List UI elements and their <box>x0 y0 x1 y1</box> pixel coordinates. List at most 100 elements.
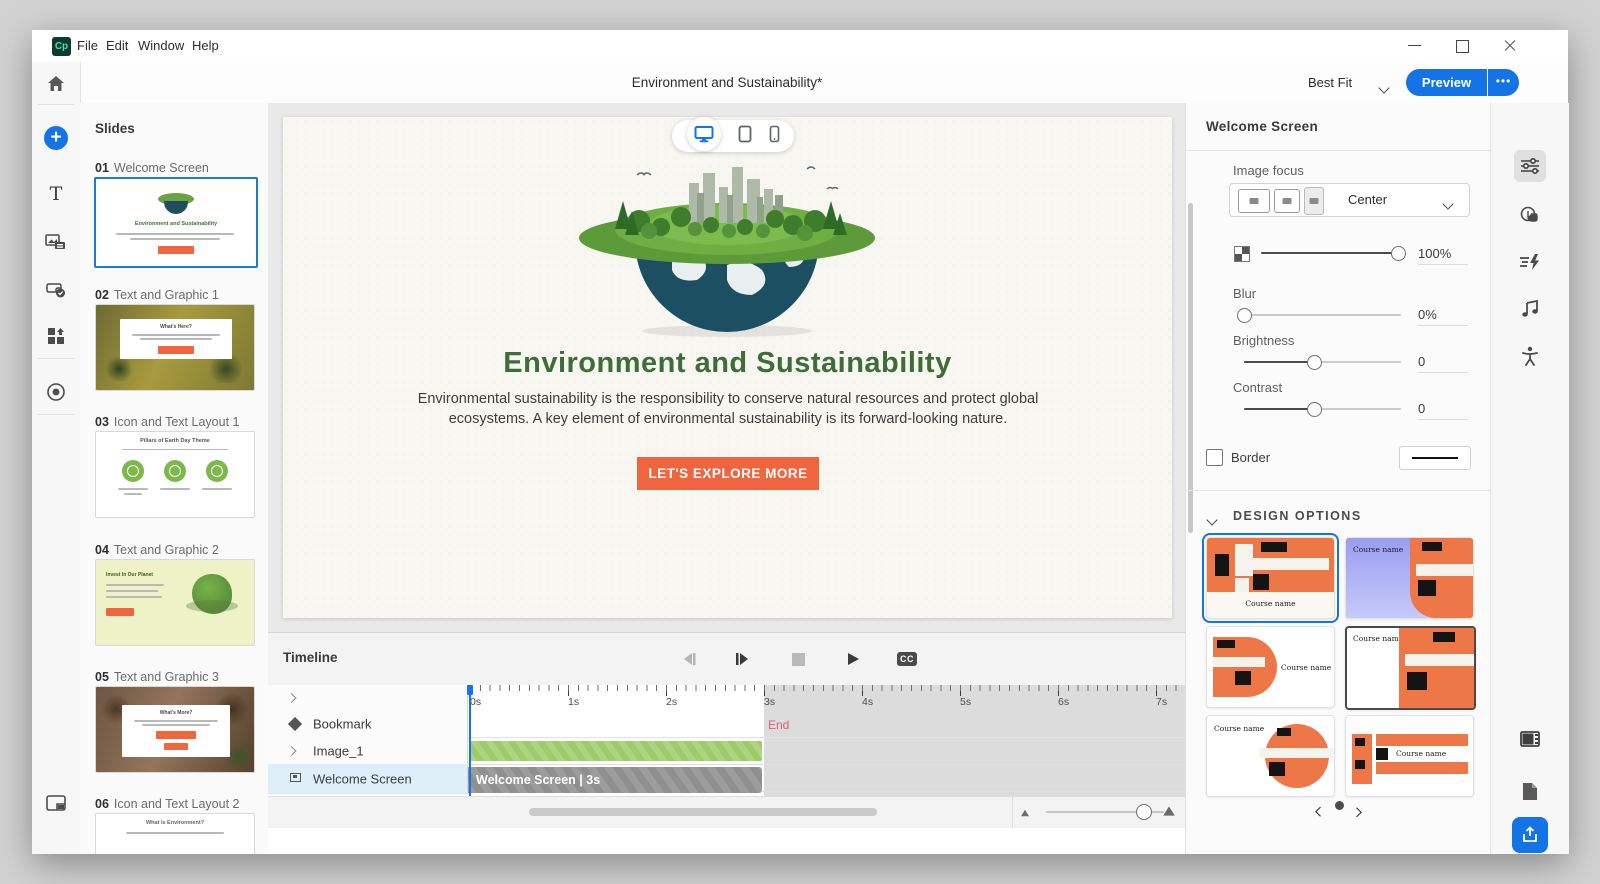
slide-thumbnail-01[interactable]: Environment and Sustainability <box>94 177 258 268</box>
slide-label-03[interactable]: 03 Icon and Text Layout 1 <box>95 415 239 429</box>
design-next-page-icon[interactable] <box>1348 803 1366 821</box>
design-thumbnail-6[interactable]: Course name <box>1345 715 1474 797</box>
track-header-row[interactable] <box>268 685 468 712</box>
expand-chevron-icon[interactable] <box>286 693 297 703</box>
focus-dropdown-chevron-icon[interactable] <box>1442 195 1454 213</box>
blur-value[interactable]: 0% <box>1418 307 1468 326</box>
center-column: Environment and Sustainability Environme… <box>268 103 1185 854</box>
cc-icon: CC <box>897 652 917 666</box>
properties-tab-icon[interactable] <box>1514 150 1546 182</box>
timeline-horizontal-scrollbar[interactable] <box>529 808 877 816</box>
home-icon[interactable] <box>44 72 68 96</box>
text-tool-icon[interactable]: T <box>44 182 68 206</box>
slide-label-02[interactable]: 02 Text and Graphic 1 <box>95 288 219 302</box>
explore-more-button[interactable]: LET'S EXPLORE MORE <box>637 457 819 490</box>
menu-edit[interactable]: Edit <box>104 30 130 62</box>
playhead-handle[interactable] <box>467 685 473 695</box>
opacity-value[interactable]: 100% <box>1418 246 1468 265</box>
border-style-button[interactable] <box>1399 446 1471 470</box>
design-thumbnail-5[interactable]: Course name <box>1206 715 1335 797</box>
timeline-zoom-handle[interactable] <box>1136 804 1152 820</box>
panel-scrollbar[interactable] <box>1188 203 1193 533</box>
welcome-screen-timeline-bar[interactable]: Welcome Screen | 3s <box>468 767 762 793</box>
step-back-button[interactable] <box>677 647 701 671</box>
zoom-mode-dropdown[interactable]: Best Fit <box>1308 62 1352 103</box>
slide-label-06[interactable]: 06 Icon and Text Layout 2 <box>95 797 239 811</box>
slide-thumbnail-05[interactable]: What's More? <box>95 686 255 773</box>
end-marker-label[interactable]: End <box>768 718 789 732</box>
image-focus-control: Center <box>1229 183 1470 217</box>
slide-thumbnail-06[interactable]: What is Environment? <box>95 813 255 854</box>
bookmark-track-row[interactable]: Bookmark <box>268 711 468 738</box>
animations-tab-icon[interactable] <box>1514 246 1546 278</box>
timeline-zoom-in-icon[interactable] <box>1163 806 1175 816</box>
close-button[interactable] <box>1490 30 1530 62</box>
notes-doc-icon[interactable] <box>1514 775 1546 807</box>
media-tool-icon[interactable] <box>44 230 68 254</box>
focus-value[interactable]: Center <box>1348 184 1387 216</box>
focus-phone-button[interactable] <box>1304 187 1324 215</box>
border-label: Border <box>1231 450 1271 465</box>
accessibility-tab-icon[interactable] <box>1514 340 1546 372</box>
slide-canvas[interactable]: Environment and Sustainability Environme… <box>283 117 1172 618</box>
share-button[interactable] <box>1512 817 1548 853</box>
menu-file[interactable]: File <box>75 30 100 62</box>
minimize-button[interactable] <box>1395 30 1435 62</box>
interactions-tool-icon[interactable] <box>44 278 68 302</box>
design-options-header[interactable]: DESIGN OPTIONS <box>1233 509 1362 523</box>
design-page-dot[interactable] <box>1335 801 1344 810</box>
image1-track-row[interactable]: Image_1 <box>268 737 468 765</box>
design-prev-page-icon[interactable] <box>1312 803 1330 821</box>
earth-illustration[interactable] <box>577 145 877 345</box>
design-thumbnail-4[interactable]: Course name <box>1345 626 1476 710</box>
brightness-value[interactable]: 0 <box>1418 354 1468 373</box>
slide-heading[interactable]: Environment and Sustainability <box>283 347 1172 380</box>
slide-thumbnail-04[interactable]: Invest In Our Planet <box>95 559 255 646</box>
slide-thumbnail-02[interactable]: What's Here? <box>95 304 255 391</box>
border-checkbox[interactable] <box>1206 449 1223 466</box>
contrast-slider-handle[interactable] <box>1307 402 1322 417</box>
desktop-icon <box>694 126 713 143</box>
stop-button[interactable] <box>786 647 810 671</box>
record-tool-icon[interactable] <box>44 380 68 404</box>
interactivity-tab-icon[interactable] <box>1514 200 1546 232</box>
opacity-slider-handle[interactable] <box>1391 246 1406 261</box>
timeline-zoom-out-icon[interactable] <box>1020 809 1030 817</box>
thumb05-title: What's More? <box>159 710 193 716</box>
blur-slider-handle[interactable] <box>1237 308 1252 323</box>
closed-captions-button[interactable]: CC <box>895 647 919 671</box>
design-thumbnail-1[interactable]: Course name <box>1202 533 1339 623</box>
preview-more-button[interactable]: ••• <box>1488 69 1519 96</box>
play-from-playhead-button[interactable] <box>731 647 755 671</box>
design-options-chevron-icon[interactable] <box>1206 511 1218 529</box>
zoom-mode-chevron-icon[interactable] <box>1378 79 1390 97</box>
widgets-tool-icon[interactable] <box>44 324 68 348</box>
menu-window[interactable]: Window <box>136 30 186 62</box>
welcome-screen-track-row[interactable]: Welcome Screen <box>268 764 468 794</box>
contrast-value[interactable]: 0 <box>1418 401 1468 420</box>
slide-thumbnail-03[interactable]: Pillars of Earth Day Theme <box>95 431 255 518</box>
menu-help[interactable]: Help <box>190 30 221 62</box>
design-thumbnail-2[interactable]: Course name <box>1345 537 1474 619</box>
screen-settings-icon[interactable] <box>1514 723 1546 755</box>
design-thumbnail-3[interactable]: Course name <box>1206 626 1335 708</box>
slide-label-05[interactable]: 05 Text and Graphic 3 <box>95 670 219 684</box>
slide-label-01[interactable]: 01 Welcome Screen <box>95 161 209 175</box>
brightness-slider-handle[interactable] <box>1307 355 1322 370</box>
maximize-button[interactable] <box>1442 30 1482 62</box>
expand-chevron-icon[interactable] <box>286 745 297 756</box>
add-slide-button[interactable]: + <box>44 126 68 150</box>
focus-tablet-button[interactable] <box>1274 189 1300 213</box>
blur-slider-track[interactable] <box>1244 314 1401 316</box>
titlebar: Cp File Edit Window Help <box>32 30 1568 62</box>
slide-label-04[interactable]: 04 Text and Graphic 2 <box>95 543 219 557</box>
preview-button[interactable]: Preview <box>1406 69 1487 96</box>
timeline-ruler[interactable]: 0s 1s 2s 3s 4s 5s 6s 7s <box>467 685 1185 711</box>
audio-tab-icon[interactable] <box>1514 293 1546 325</box>
notes-panel-icon[interactable] <box>44 792 68 816</box>
play-button[interactable] <box>841 647 865 671</box>
slide-body-text[interactable]: Environmental sustainability is the resp… <box>378 389 1078 430</box>
focus-desktop-button[interactable] <box>1238 189 1270 213</box>
image1-timeline-bar[interactable] <box>470 741 762 761</box>
playhead[interactable] <box>469 685 471 796</box>
